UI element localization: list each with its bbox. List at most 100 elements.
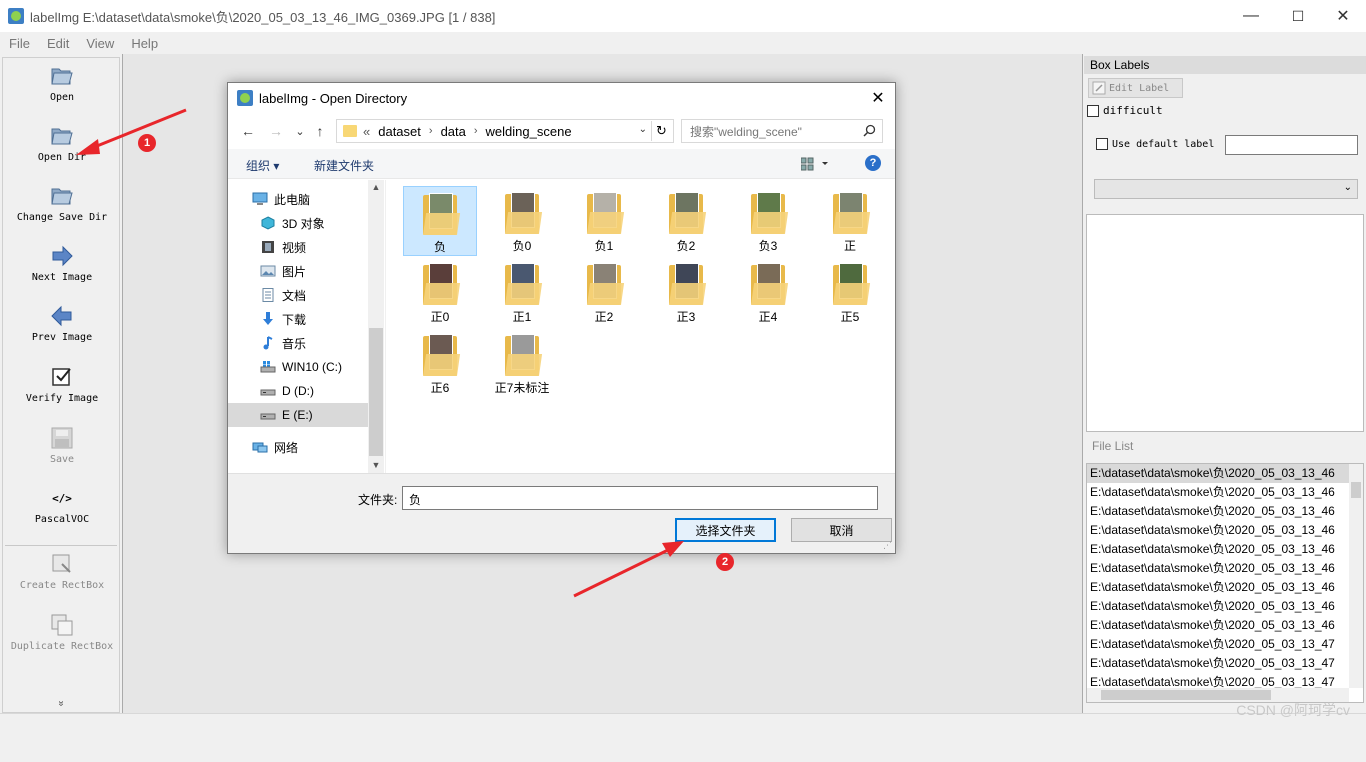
- new-folder-button[interactable]: 新建文件夹: [314, 157, 374, 174]
- select-folder-button[interactable]: 选择文件夹: [675, 518, 776, 542]
- list-item[interactable]: E:\dataset\data\smoke\负\2020_05_03_13_46: [1087, 559, 1349, 578]
- nav-item-network[interactable]: 网络: [228, 435, 368, 459]
- folder-item[interactable]: 负1: [567, 186, 641, 256]
- difficult-checkbox[interactable]: difficult: [1087, 104, 1163, 117]
- breadcrumb-overflow[interactable]: «: [363, 124, 370, 139]
- folder-item[interactable]: 正3: [649, 257, 723, 327]
- folder-item[interactable]: 正2: [567, 257, 641, 327]
- label-combobox[interactable]: ⌄: [1094, 179, 1358, 199]
- file-list-title: File List: [1092, 439, 1133, 453]
- back-arrow-icon[interactable]: ←: [238, 121, 258, 141]
- help-icon[interactable]: ?: [865, 155, 881, 171]
- breadcrumb-dataset[interactable]: dataset: [378, 124, 421, 139]
- save-button[interactable]: Save: [3, 426, 121, 465]
- search-input[interactable]: 搜索"welding_scene": [681, 119, 883, 143]
- minimize-button[interactable]: —: [1228, 0, 1274, 32]
- nav-item-music[interactable]: 音乐: [228, 331, 368, 355]
- folder-item[interactable]: 正1: [485, 257, 559, 327]
- next-image-button[interactable]: Next Image: [3, 244, 121, 283]
- scrollbar-thumb[interactable]: [369, 328, 383, 456]
- nav-item-drive-e[interactable]: E (E:): [228, 403, 368, 427]
- change-save-dir-button[interactable]: Change Save Dir: [3, 184, 121, 223]
- open-button[interactable]: Open: [3, 64, 121, 103]
- nav-item-drive-c[interactable]: WIN10 (C:): [228, 355, 368, 379]
- format-toggle-button[interactable]: </> PascalVOC: [3, 486, 121, 525]
- resize-grip-icon[interactable]: ⋰: [883, 540, 892, 551]
- video-icon: [260, 240, 276, 254]
- nav-item-videos[interactable]: 视频: [228, 235, 368, 259]
- list-item[interactable]: E:\dataset\data\smoke\负\2020_05_03_13_46: [1087, 464, 1349, 483]
- verify-image-button[interactable]: Verify Image: [3, 365, 121, 404]
- chevron-down-icon[interactable]: ⌄: [639, 124, 647, 135]
- menu-file[interactable]: File: [0, 36, 38, 51]
- folder-item[interactable]: 正5: [813, 257, 887, 327]
- list-item[interactable]: E:\dataset\data\smoke\负\2020_05_03_13_46: [1087, 616, 1349, 635]
- list-item[interactable]: E:\dataset\data\smoke\负\2020_05_03_13_46: [1087, 578, 1349, 597]
- folder-name-input[interactable]: 负: [402, 486, 878, 510]
- folder-item[interactable]: 正4: [731, 257, 805, 327]
- folder-item[interactable]: 正7未标注: [485, 328, 559, 398]
- list-item[interactable]: E:\dataset\data\smoke\负\2020_05_03_13_47: [1087, 635, 1349, 654]
- up-arrow-icon[interactable]: ↑: [310, 121, 330, 141]
- folder-item[interactable]: 负: [403, 186, 477, 256]
- breadcrumb-welding-scene[interactable]: welding_scene: [486, 124, 572, 139]
- recent-locations-icon[interactable]: ⌄: [290, 121, 310, 141]
- toolbar-extension-icon[interactable]: »: [56, 646, 67, 762]
- drive-icon: [260, 408, 276, 422]
- dialog-nav-row: ← → ⌄ ↑ « dataset › data › welding_scene…: [228, 117, 895, 145]
- scroll-down-icon[interactable]: ▼: [368, 460, 384, 470]
- checkbox-box: [1087, 105, 1099, 117]
- file-list[interactable]: E:\dataset\data\smoke\负\2020_05_03_13_46…: [1086, 463, 1364, 703]
- list-item[interactable]: E:\dataset\data\smoke\负\2020_05_03_13_47: [1087, 654, 1349, 673]
- scroll-up-icon[interactable]: ▲: [368, 182, 384, 192]
- edit-label-button[interactable]: Edit Label: [1088, 78, 1183, 98]
- scrollbar-thumb[interactable]: [1351, 482, 1361, 498]
- close-button[interactable]: ✕: [1320, 0, 1366, 32]
- folder-item[interactable]: 正: [813, 186, 887, 256]
- folder-item[interactable]: 负0: [485, 186, 559, 256]
- menu-edit[interactable]: Edit: [38, 36, 77, 51]
- cancel-button[interactable]: 取消: [791, 518, 892, 542]
- list-item[interactable]: E:\dataset\data\smoke\负\2020_05_03_13_46: [1087, 483, 1349, 502]
- dialog-command-bar: 组织 ▾ 新建文件夹 ?: [228, 149, 895, 179]
- download-arrow-icon: [260, 312, 276, 326]
- menu-help[interactable]: Help: [122, 36, 166, 51]
- forward-arrow-icon[interactable]: →: [266, 121, 286, 141]
- nav-item-downloads[interactable]: 下载: [228, 307, 368, 331]
- refresh-icon[interactable]: ↻: [651, 121, 671, 141]
- nav-pane-scrollbar[interactable]: ▲ ▼: [368, 180, 384, 473]
- list-item[interactable]: E:\dataset\data\smoke\负\2020_05_03_13_46: [1087, 502, 1349, 521]
- open-dir-button[interactable]: Open Dir: [3, 124, 121, 163]
- create-rectbox-button[interactable]: Create RectBox: [3, 552, 121, 591]
- list-item[interactable]: E:\dataset\data\smoke\负\2020_05_03_13_46: [1087, 521, 1349, 540]
- checkbox-checked-icon: [49, 365, 75, 389]
- folder-item[interactable]: 负2: [649, 186, 723, 256]
- dialog-close-button[interactable]: ✕: [867, 87, 889, 109]
- folder-icon: [833, 261, 867, 307]
- nav-item-drive-d[interactable]: D (D:): [228, 379, 368, 403]
- address-bar[interactable]: « dataset › data › welding_scene ⌄ ↻: [336, 119, 674, 143]
- edit-icon: [1092, 81, 1106, 95]
- use-default-label-checkbox[interactable]: Use default label: [1096, 138, 1214, 150]
- default-label-input[interactable]: [1225, 135, 1358, 155]
- folder-open-icon: [49, 64, 75, 88]
- menu-view[interactable]: View: [77, 36, 122, 51]
- nav-item-3d-objects[interactable]: 3D 对象: [228, 211, 368, 235]
- nav-item-documents[interactable]: 文档: [228, 283, 368, 307]
- list-item[interactable]: E:\dataset\data\smoke\负\2020_05_03_13_46: [1087, 597, 1349, 616]
- folder-item[interactable]: 负3: [731, 186, 805, 256]
- breadcrumb-data[interactable]: data: [441, 124, 466, 139]
- list-item[interactable]: E:\dataset\data\smoke\负\2020_05_03_13_46: [1087, 540, 1349, 559]
- drive-windows-icon: [260, 360, 276, 374]
- folder-item[interactable]: 正0: [403, 257, 477, 327]
- nav-item-pictures[interactable]: 图片: [228, 259, 368, 283]
- prev-image-button[interactable]: Prev Image: [3, 304, 121, 343]
- organize-menu[interactable]: 组织 ▾: [246, 157, 279, 174]
- folder-item[interactable]: 正6: [403, 328, 477, 398]
- nav-item-this-pc[interactable]: 此电脑: [228, 187, 368, 211]
- file-list-vscrollbar[interactable]: [1349, 464, 1363, 688]
- scrollbar-thumb[interactable]: [1101, 690, 1271, 700]
- maximize-button[interactable]: ☐: [1275, 0, 1321, 32]
- label-list[interactable]: [1086, 214, 1364, 432]
- view-options-icon[interactable]: [801, 157, 831, 174]
